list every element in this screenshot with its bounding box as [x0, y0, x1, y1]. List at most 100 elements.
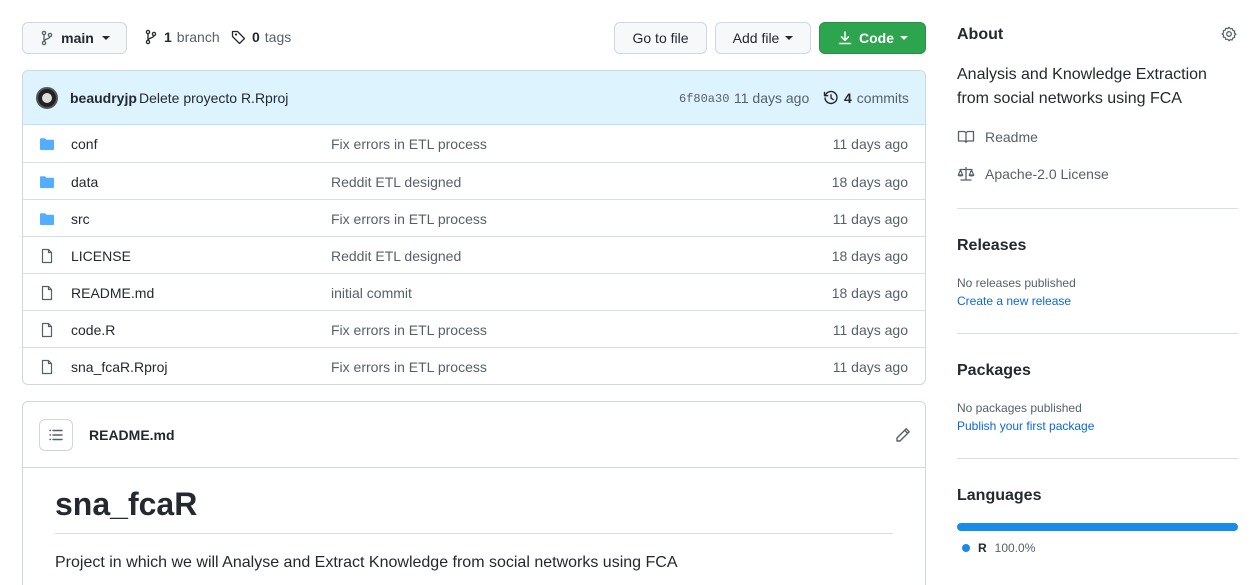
avatar[interactable]: [36, 87, 58, 109]
commit-author-link[interactable]: beaudryjp: [70, 90, 137, 106]
license-link[interactable]: Apache-2.0 License: [957, 166, 1109, 182]
readme-link-label: Readme: [985, 129, 1038, 145]
releases-empty-text: No releases published: [957, 276, 1076, 290]
file-commit-message-link[interactable]: Fix errors in ETL process: [331, 211, 487, 227]
languages-heading: Languages: [957, 487, 1042, 504]
divider: [957, 458, 1238, 459]
readme-filename[interactable]: README.md: [89, 427, 175, 443]
file-row[interactable]: sna_fcaR.Rproj Fix errors in ETL process 1…: [23, 347, 925, 384]
commits-label: commits: [856, 90, 909, 106]
table-of-contents-button[interactable]: [39, 419, 73, 451]
language-color-dot: [962, 544, 970, 552]
file-row[interactable]: code.R Fix errors in ETL process 11 days a…: [23, 310, 925, 347]
file-browser: beaudryjp Delete proyecto R.Rproj 6f80a3…: [22, 70, 926, 385]
license-link-label: Apache-2.0 License: [985, 166, 1109, 182]
file-icon: [39, 248, 55, 264]
code-button[interactable]: Code: [819, 22, 926, 54]
file-age: 11 days ago: [832, 322, 908, 338]
go-to-file-button[interactable]: Go to file: [614, 22, 707, 54]
latest-commit-bar: beaudryjp Delete proyecto R.Rproj 6f80a3…: [23, 71, 925, 125]
file-name-link[interactable]: data: [71, 174, 98, 190]
commit-time: 11 days ago: [734, 90, 810, 106]
code-label: Code: [859, 30, 894, 46]
branches-count: 1: [164, 29, 172, 45]
publish-package-link[interactable]: Publish your first package: [957, 419, 1094, 433]
commits-history-link[interactable]: 4 commits: [823, 90, 909, 106]
file-commit-message-link[interactable]: Fix errors in ETL process: [331, 322, 487, 338]
folder-icon: [39, 174, 55, 190]
readme-paragraph: Project in which we will Analyse and Ext…: [55, 554, 678, 571]
file-age: 11 days ago: [832, 211, 908, 227]
readme-title: sna_fcaR: [55, 486, 198, 522]
file-list: conf Fix errors in ETL process 11 days ago…: [23, 125, 925, 384]
add-file-label: Add file: [732, 30, 780, 46]
file-age: 11 days ago: [832, 359, 908, 375]
file-icon: [39, 322, 55, 338]
commit-sha-link[interactable]: 6f80a30: [679, 92, 729, 106]
file-age: 18 days ago: [831, 248, 908, 264]
file-commit-message-link[interactable]: initial commit: [331, 285, 412, 301]
file-row[interactable]: src Fix errors in ETL process 11 days ago: [23, 199, 925, 236]
file-commit-message-link[interactable]: Reddit ETL designed: [331, 248, 461, 264]
file-icon: [39, 285, 55, 301]
file-name-link[interactable]: LICENSE: [71, 248, 131, 264]
file-row[interactable]: data Reddit ETL designed 18 days ago: [23, 162, 925, 199]
file-name-link[interactable]: conf: [71, 136, 97, 152]
git-branch-icon: [39, 30, 55, 46]
readme-panel: README.md sna_fcaR Project in which we w…: [22, 401, 926, 585]
file-name-link[interactable]: code.R: [71, 322, 115, 338]
file-name-link[interactable]: src: [71, 211, 90, 227]
folder-icon: [39, 136, 55, 152]
language-bar: [957, 523, 1238, 531]
branch-selector-button[interactable]: main: [22, 22, 127, 54]
branches-label: branch: [176, 29, 220, 45]
about-heading: About: [957, 26, 1004, 43]
branches-link[interactable]: 1 branch: [143, 29, 220, 45]
file-age: 11 days ago: [832, 136, 908, 152]
commit-message-link[interactable]: Delete proyecto R.Rproj: [139, 90, 288, 106]
divider: [957, 333, 1238, 334]
tag-icon: [231, 29, 247, 45]
create-release-link[interactable]: Create a new release: [957, 294, 1071, 308]
file-row[interactable]: README.md initial commit 18 days ago: [23, 273, 925, 310]
packages-heading[interactable]: Packages: [957, 362, 1031, 380]
language-percent: 100.0%: [994, 541, 1036, 555]
commits-count: 4: [844, 90, 852, 106]
divider: [957, 208, 1238, 209]
add-file-button[interactable]: Add file: [715, 22, 811, 54]
readme-link[interactable]: Readme: [957, 129, 1038, 145]
packages-empty-text: No packages published: [957, 401, 1082, 415]
file-name-link[interactable]: README.md: [71, 285, 154, 301]
tags-count: 0: [252, 29, 260, 45]
file-row[interactable]: LICENSE Reddit ETL designed 18 days ago: [23, 236, 925, 273]
divider: [55, 533, 893, 534]
list-icon: [48, 427, 64, 443]
tags-label: tags: [264, 29, 292, 45]
file-commit-message-link[interactable]: Fix errors in ETL process: [331, 136, 487, 152]
repo-description: Analysis and Knowledge Extraction from s…: [957, 66, 1207, 107]
git-branch-icon: [143, 29, 159, 45]
language-name: R: [978, 541, 987, 555]
go-to-file-label: Go to file: [632, 30, 689, 46]
file-commit-message-link[interactable]: Fix errors in ETL process: [331, 359, 487, 375]
file-name-link[interactable]: sna_fcaR.Rproj: [71, 359, 168, 375]
history-icon: [823, 90, 839, 106]
releases-heading[interactable]: Releases: [957, 237, 1026, 255]
branch-name: main: [61, 30, 94, 46]
folder-icon: [39, 211, 55, 227]
chevron-down-icon: [101, 36, 110, 40]
gear-icon[interactable]: [1221, 26, 1237, 42]
chevron-down-icon: [900, 36, 908, 40]
tags-link[interactable]: 0 tags: [231, 29, 291, 45]
language-item[interactable]: R 100.0%: [962, 541, 1035, 555]
readme-header: README.md: [23, 402, 925, 468]
law-scale-icon: [957, 166, 975, 182]
chevron-down-icon: [785, 36, 794, 40]
file-age: 18 days ago: [831, 285, 908, 301]
file-row[interactable]: conf Fix errors in ETL process 11 days ago: [23, 125, 925, 162]
file-commit-message-link[interactable]: Reddit ETL designed: [331, 174, 461, 190]
book-icon: [957, 129, 975, 145]
pencil-icon[interactable]: [895, 427, 911, 443]
file-icon: [39, 359, 55, 375]
download-icon: [837, 30, 853, 46]
